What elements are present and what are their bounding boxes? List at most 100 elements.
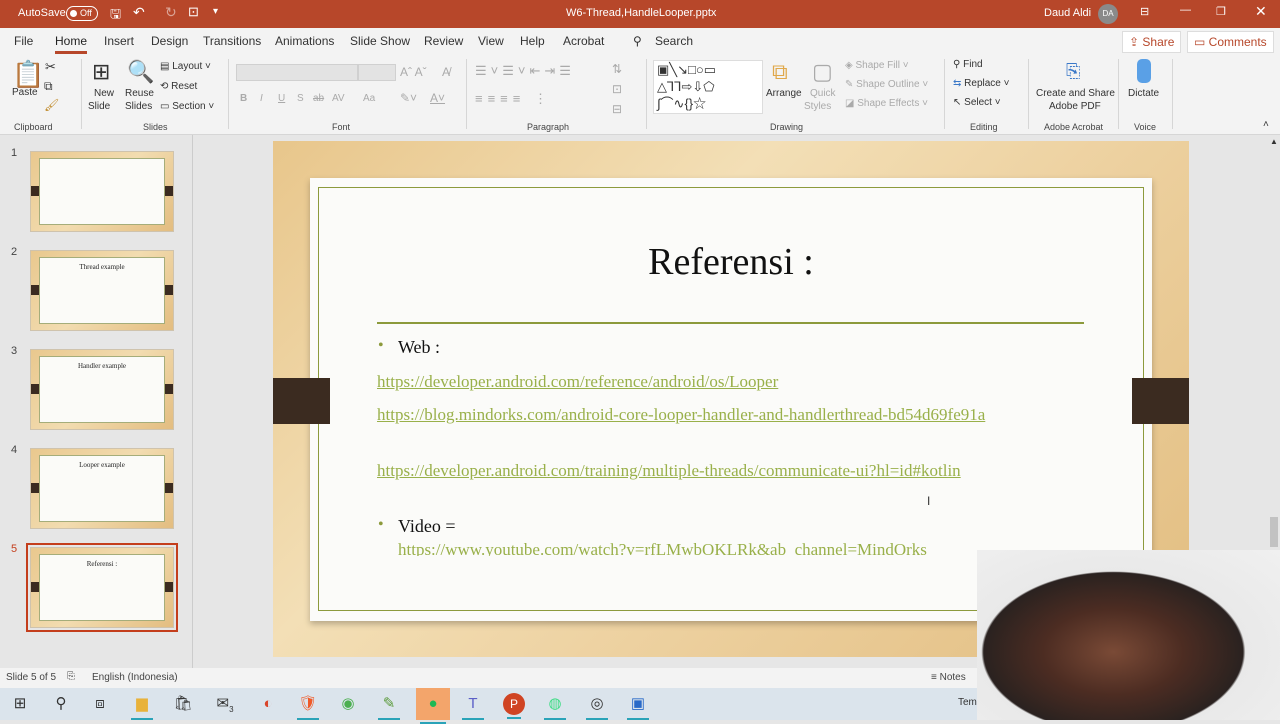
strikethrough-button[interactable]: ab [313, 93, 324, 104]
windows-start-icon[interactable]: ⊞ [5, 692, 35, 716]
close-icon[interactable]: ✕ [1255, 3, 1267, 20]
powerpoint-icon[interactable]: P [503, 693, 525, 719]
microphone-icon[interactable] [1137, 59, 1151, 83]
tab-insert[interactable]: Insert [104, 34, 134, 48]
shape-effects-button[interactable]: ◪ Shape Effects ˅ [845, 98, 928, 109]
paste-button[interactable]: Paste [12, 87, 38, 98]
undo-icon[interactable]: ↶ [133, 4, 145, 21]
reuse-slides-icon[interactable]: 🔍 [127, 59, 154, 85]
teams-icon[interactable]: T [458, 692, 488, 720]
layout-button[interactable]: ▤ Layout ˅ [160, 61, 211, 72]
tab-acrobat[interactable]: Acrobat [563, 34, 604, 48]
adobe-pdf-icon[interactable]: ⎘ [1066, 61, 1080, 82]
clear-format-icon[interactable]: A̸ [442, 65, 450, 79]
bold-button[interactable]: B [240, 93, 247, 104]
align-buttons-icon[interactable]: ≡≡≡≡ ⋮ [475, 91, 552, 107]
notes-button[interactable]: ≡ Notes [931, 672, 966, 683]
new-slide-button[interactable]: New [94, 88, 114, 99]
slide-title[interactable]: Referensi : [318, 240, 1144, 284]
user-name[interactable]: Daud Aldi [1044, 7, 1091, 19]
tab-slide-show[interactable]: Slide Show [350, 34, 410, 48]
bullet-video[interactable]: Video = [378, 516, 455, 537]
customize-qat-icon[interactable]: ▾ [213, 6, 218, 17]
tab-file[interactable]: File [14, 34, 33, 48]
bullet-web[interactable]: Web : [378, 337, 440, 358]
tab-animations[interactable]: Animations [275, 34, 334, 48]
slide-thumbnail-4[interactable]: Looper example [30, 448, 174, 529]
language-indicator[interactable]: English (Indonesia) [92, 672, 178, 683]
cut-icon[interactable]: ✂ [45, 59, 56, 75]
tab-home[interactable]: Home [55, 34, 88, 54]
spotify-icon[interactable]: ● [416, 688, 450, 724]
slide-thumbnail-2[interactable]: Thread example [30, 250, 174, 331]
underline-button[interactable]: U [278, 93, 285, 104]
brave-icon[interactable]: 🛡 [293, 692, 323, 720]
tab-transitions[interactable]: Transitions [203, 34, 261, 48]
search-icon[interactable]: ⚲ [633, 34, 642, 48]
restore-icon[interactable]: ❐ [1216, 5, 1226, 18]
paste-icon[interactable]: 📋 [12, 59, 44, 90]
file-explorer-icon[interactable]: ▆ [127, 692, 157, 720]
android-studio-icon[interactable]: ◍ [540, 692, 570, 720]
task-view-icon[interactable]: ⧈ [85, 692, 115, 716]
font-grow-icon[interactable]: Aˆ Aˇ [400, 65, 427, 79]
reference-link[interactable]: https://blog.mindorks.com/android-core-l… [377, 403, 1017, 426]
arrange-button[interactable]: Arrange [766, 88, 802, 99]
shape-outline-button[interactable]: ✎ Shape Outline ˅ [845, 79, 928, 90]
scroll-thumb[interactable] [1270, 517, 1278, 547]
font-name-select[interactable] [236, 64, 358, 81]
quick-styles-icon[interactable]: ▢ [812, 59, 833, 85]
shapes-gallery[interactable]: ▣╲↘□○▭ △⅂⅂⇨⇩⬠ ∫⌒∿{}☆ [653, 60, 763, 114]
store-icon[interactable]: 🛍 [168, 692, 198, 716]
save-icon[interactable]: 🖫 [110, 5, 121, 27]
text-direction-icon[interactable]: ⇅ ⊡ ⊟ [612, 59, 622, 119]
font-color-icon[interactable]: A˅ [430, 91, 445, 105]
slide-thumbnail-5[interactable]: Referensi : [26, 543, 178, 632]
autosave-toggle[interactable]: Off [66, 6, 98, 21]
char-spacing-button[interactable]: AV [332, 93, 345, 104]
tab-design[interactable]: Design [151, 34, 188, 48]
notepad-icon[interactable]: ✎ [374, 692, 404, 720]
reuse-slides-button[interactable]: Reuse [125, 88, 154, 99]
shape-fill-button[interactable]: ◈ Shape Fill ˅ [845, 60, 909, 71]
tab-view[interactable]: View [478, 34, 504, 48]
section-button[interactable]: ▭ Section ˅ [160, 101, 214, 112]
comments-button[interactable]: ▭ Comments [1187, 31, 1274, 53]
redo-icon[interactable]: ↻ [165, 4, 177, 21]
arrange-icon[interactable]: ⧉ [772, 59, 788, 85]
minimize-icon[interactable]: — [1180, 4, 1191, 16]
avatar[interactable]: DA [1098, 4, 1118, 24]
app-window-icon[interactable]: ▣ [623, 692, 653, 720]
italic-button[interactable]: I [260, 93, 263, 104]
font-size-select[interactable] [358, 64, 396, 81]
search-box[interactable]: Search [655, 34, 693, 48]
select-button[interactable]: ↖ Select ˅ [953, 97, 1001, 108]
copy-icon[interactable]: ⧉ [44, 79, 53, 94]
find-button[interactable]: ⚲ Find [953, 59, 983, 70]
replace-button[interactable]: ⇆ Replace ˅ [953, 78, 1010, 89]
reference-link[interactable]: https://developer.android.com/training/m… [377, 459, 1017, 482]
mail-icon[interactable]: ✉3 [210, 692, 240, 716]
search-icon[interactable]: ⚲ [46, 692, 76, 716]
new-slide-icon[interactable]: ⊞ [92, 59, 110, 85]
tab-help[interactable]: Help [520, 34, 545, 48]
chrome-icon[interactable]: ◉ [333, 692, 363, 716]
ribbon-display-icon[interactable]: ⊟ [1140, 5, 1149, 18]
ccleaner-icon[interactable]: ◐ [253, 692, 283, 716]
video-link[interactable]: https://www.youtube.com/watch?v=rfLMwbOK… [398, 538, 1058, 556]
collapse-ribbon-icon[interactable]: ˄ [1263, 119, 1269, 130]
tab-review[interactable]: Review [424, 34, 463, 48]
list-buttons-icon[interactable]: ☰˅☰˅⇤⇥☰ [475, 63, 575, 79]
share-button[interactable]: ⇪ Share [1122, 31, 1182, 53]
dictate-button[interactable]: Dictate [1128, 88, 1159, 99]
shadow-button[interactable]: S [297, 93, 304, 104]
format-painter-icon[interactable]: 🖌 [44, 98, 59, 112]
reset-button[interactable]: ⟲ Reset [160, 81, 197, 92]
scroll-up-icon[interactable]: ▲ [1270, 137, 1278, 146]
accessibility-icon[interactable]: ⎘ [67, 671, 75, 682]
obs-icon[interactable]: ◎ [582, 692, 612, 720]
reference-link[interactable]: https://developer.android.com/reference/… [377, 370, 1017, 393]
change-case-button[interactable]: Aa [363, 93, 375, 104]
slide-thumbnail-3[interactable]: Handler example [30, 349, 174, 430]
present-icon[interactable]: ⊡ [188, 4, 199, 20]
